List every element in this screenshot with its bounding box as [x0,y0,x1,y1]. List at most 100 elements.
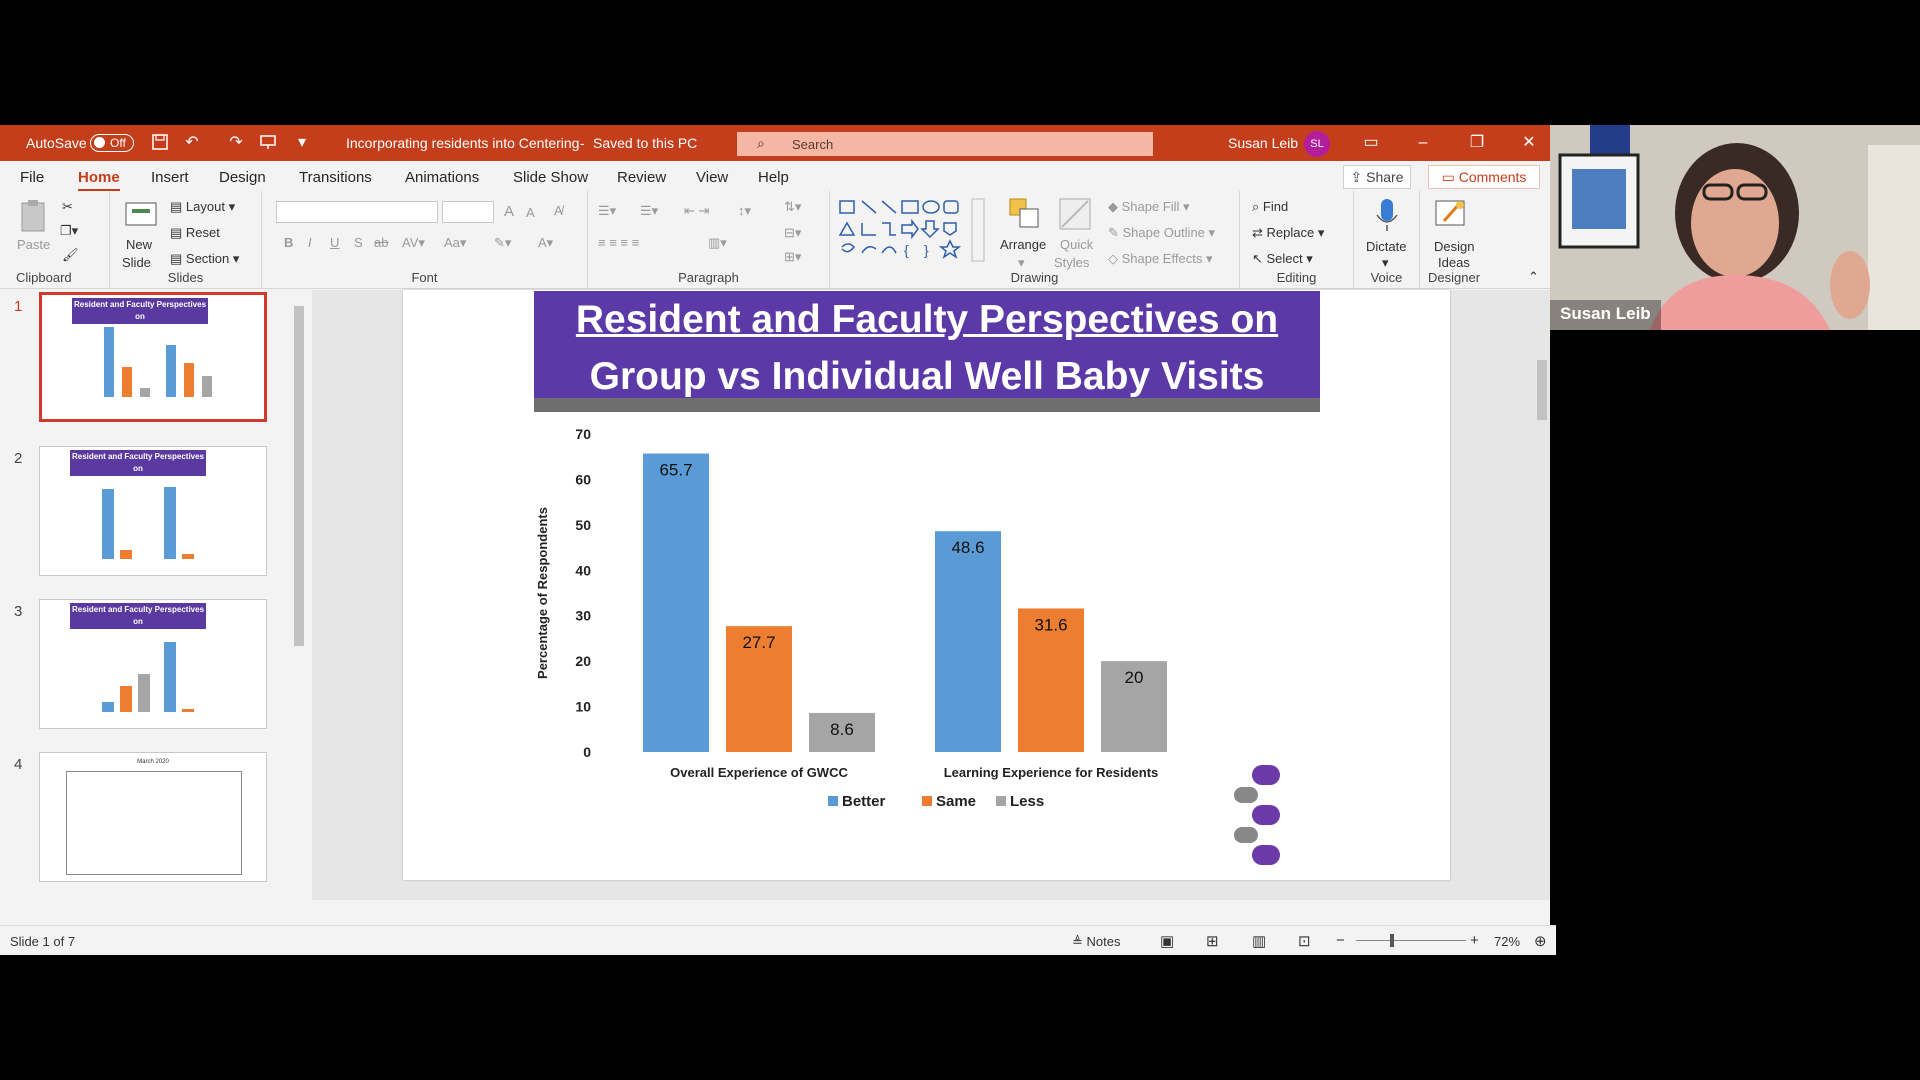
search-box[interactable]: ⌕ Search [737,132,1153,156]
grow-font-icon[interactable]: A [504,203,514,220]
tab-design[interactable]: Design [219,169,266,186]
comment-icon: ▭ [1441,169,1459,185]
underline-icon[interactable]: U [330,235,339,250]
minimize-icon[interactable]: – [1408,131,1438,155]
thumbnail-slide-3[interactable]: Resident and Faculty Perspectives on Grou… [39,599,267,729]
collapse-ribbon-icon[interactable]: ⌃ [1528,269,1539,285]
tab-animations[interactable]: Animations [405,169,479,186]
zoom-level[interactable]: 72% [1494,934,1520,949]
numbering-icon[interactable]: ☰▾ [640,203,658,219]
share-button[interactable]: ⇪ Share [1343,165,1411,189]
change-case-icon[interactable]: Aa▾ [444,235,466,251]
tab-view[interactable]: View [696,169,728,186]
reset-button[interactable]: ▤ Reset [170,225,220,241]
thumb-number-2: 2 [14,450,23,467]
tab-slide-show[interactable]: Slide Show [513,169,588,186]
shape-outline-button[interactable]: ✎ Shape Outline ▾ [1108,225,1215,241]
line-spacing-icon[interactable]: ↕▾ [738,203,751,219]
slideshow-view-icon[interactable]: ⊡ [1298,932,1311,950]
restore-icon[interactable]: ❐ [1462,131,1492,155]
zoom-slider[interactable] [1356,940,1466,941]
quick-styles-icon[interactable] [1058,197,1091,230]
tab-insert[interactable]: Insert [151,169,189,186]
y-tick-label: 60 [575,471,591,487]
slide-counter: Slide 1 of 7 [10,934,76,949]
clear-format-icon[interactable]: A̸ [554,203,563,218]
italic-icon[interactable]: I [308,235,312,250]
reading-view-icon[interactable]: ▥ [1252,932,1266,950]
find-button[interactable]: ⌕ Find [1252,199,1288,215]
thumbnail-scrollbar[interactable] [292,296,306,896]
shape-fill-button[interactable]: ◆ Shape Fill ▾ [1108,199,1190,215]
thumb-bar [102,489,114,559]
close-icon[interactable]: ✕ [1514,131,1544,155]
save-status: Saved to this PC [593,135,698,151]
shadow-icon[interactable]: S [354,235,363,250]
fit-to-window-icon[interactable]: ⊕ [1534,932,1547,950]
group-label-editing: Editing [1276,270,1317,285]
thumbnail-slide-4[interactable]: March 2020 [39,752,267,882]
scrollbar-thumb[interactable] [1537,360,1547,420]
tab-transitions[interactable]: Transitions [299,169,372,186]
shapes-gallery[interactable]: { } [838,197,994,263]
bullets-icon[interactable]: ☰▾ [598,203,616,219]
notes-button[interactable]: ≜ Notes [1072,934,1120,950]
slide-sorter-icon[interactable]: ⊞ [1206,932,1219,950]
tab-file[interactable]: File [20,169,44,186]
font-color-icon[interactable]: A▾ [538,235,553,251]
section-button[interactable]: ▤ Section ▾ [170,251,239,267]
paste-icon[interactable] [18,199,50,232]
redo-icon[interactable]: ↷ [226,133,246,153]
zoom-slider-thumb[interactable] [1390,934,1394,947]
shrink-font-icon[interactable]: A [526,205,535,220]
align-text-icon[interactable]: ⊟▾ [784,225,801,241]
tab-help[interactable]: Help [758,169,789,186]
slide-title[interactable]: Resident and Faculty Perspectives on Gro… [534,291,1320,412]
select-button[interactable]: ↖ Select ▾ [1252,251,1313,267]
cut-icon[interactable]: ✂ [62,199,73,215]
layout-button[interactable]: ▤ Layout ▾ [170,199,235,215]
slide-scrollbar[interactable] [1534,290,1550,890]
align-icons[interactable]: ≡ ≡ ≡ ≡ [598,235,639,250]
avatar[interactable]: SL [1304,131,1330,157]
slide-canvas[interactable]: Resident and Faculty Perspectives on Gro… [403,290,1450,880]
paste-label: Paste [17,237,51,252]
save-icon[interactable] [150,133,170,153]
format-painter-icon[interactable]: 🖌 [62,247,79,263]
thumbnail-slide-2[interactable]: Resident and Faculty Perspectives on Grou… [39,446,267,576]
spacing-icon[interactable]: AV▾ [402,235,425,251]
highlight-icon[interactable]: ✎▾ [494,235,511,251]
copy-icon[interactable]: ❐▾ [60,223,78,239]
tab-home[interactable]: Home [78,169,120,192]
replace-button[interactable]: ⇄ Replace ▾ [1252,225,1324,241]
arrange-icon[interactable] [1008,197,1040,229]
scrollbar-thumb[interactable] [294,306,304,646]
smartart-icon[interactable]: ⊞▾ [784,249,801,265]
new-slide-label-1: New [126,237,153,252]
zoom-in-icon[interactable]: + [1470,932,1479,949]
thumb-number-3: 3 [14,603,23,620]
thumbnail-slide-1[interactable]: Resident and Faculty Perspectives on Grou… [39,292,267,422]
undo-icon[interactable]: ↶ [182,133,202,153]
present-icon[interactable] [258,133,278,153]
thumb-bar [166,345,176,397]
shape-effects-button[interactable]: ◇ Shape Effects ▾ [1108,251,1212,267]
text-direction-icon[interactable]: ⇅▾ [784,199,801,215]
autosave-toggle[interactable]: Off [90,134,134,152]
microphone-icon[interactable] [1372,197,1404,231]
indent-icons[interactable]: ⇤ ⇥ [684,203,709,219]
ribbon-display-icon[interactable]: ▭ [1356,131,1386,155]
normal-view-icon[interactable]: ▣ [1160,932,1174,950]
font-size-field[interactable] [442,201,494,223]
strike-icon[interactable]: ab [374,235,388,250]
tab-review[interactable]: Review [617,169,666,186]
new-slide-icon[interactable] [124,199,157,231]
bold-icon[interactable]: B [284,235,293,250]
dictate-chevron-icon[interactable]: ▾ [1382,255,1389,271]
customize-qat-icon[interactable]: ▾ [292,133,312,153]
columns-icon[interactable]: ▥▾ [708,235,727,251]
zoom-out-icon[interactable]: − [1336,932,1345,949]
design-ideas-icon[interactable] [1434,197,1466,229]
comments-button[interactable]: ▭ Comments [1428,165,1540,189]
font-name-field[interactable] [276,201,438,223]
